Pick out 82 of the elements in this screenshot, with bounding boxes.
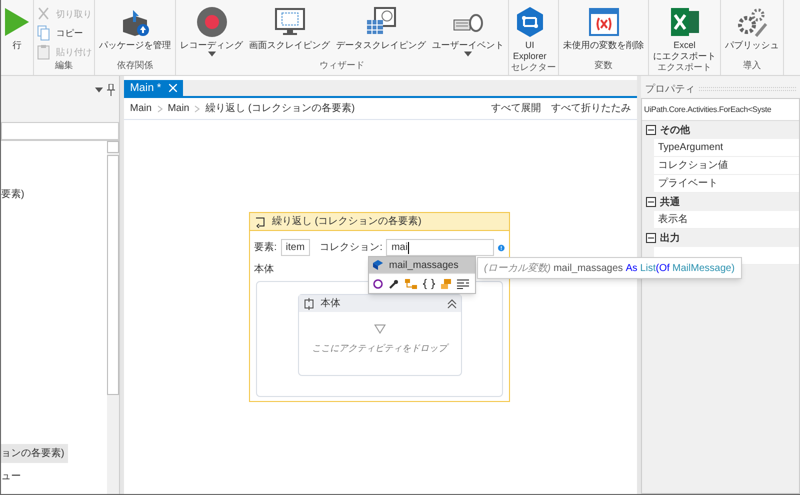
property-name: TypeArgument <box>658 141 724 155</box>
ribbon-button[interactable]: 画面スクレイピング <box>247 4 332 51</box>
pin-icon[interactable] <box>107 84 115 96</box>
breadcrumb-link[interactable]: 繰り返し (コレクションの各要素) <box>205 101 355 116</box>
tree-item[interactable]: 要素) <box>1 185 28 204</box>
toolbar-link[interactable]: すべて展開 <box>491 101 541 116</box>
field-label: コレクション: <box>320 241 382 255</box>
collapse-icon[interactable] <box>646 233 656 243</box>
chevron-icon <box>193 104 202 112</box>
input-field[interactable]: mai <box>386 239 494 256</box>
sequence-icon <box>302 298 314 310</box>
copy-icon <box>36 25 52 41</box>
variable-icon <box>588 6 620 38</box>
ribbon-button[interactable]: 行 <box>3 4 31 51</box>
ribbon-group-label: セレクター <box>511 62 556 74</box>
excel-icon <box>668 6 700 38</box>
loop-icon <box>254 216 266 228</box>
ribbon-button[interactable]: データスクレイピング <box>334 4 428 51</box>
play-icon <box>5 6 29 38</box>
property-row[interactable]: TypeArgument <box>654 139 799 157</box>
ribbon-button[interactable]: 未使用の変数を削除 <box>561 4 646 51</box>
breadcrumb-link[interactable]: Main <box>168 101 190 116</box>
record-icon <box>196 6 228 38</box>
ribbon-button[interactable]: レコーディング <box>178 4 245 57</box>
category-label: 出力 <box>660 232 680 246</box>
list-icon[interactable] <box>457 278 469 288</box>
caret-icon <box>464 51 472 57</box>
drop-hint: ここにアクティビティをドロップ <box>312 342 447 355</box>
gears-icon <box>736 6 768 38</box>
tree-item[interactable]: ュー <box>1 467 25 486</box>
toolbar-link[interactable]: すべて折りたたみ <box>551 101 631 116</box>
property-name: コレクション値 <box>658 159 728 173</box>
paste-icon <box>36 44 52 60</box>
search-field[interactable] <box>1 122 119 140</box>
ribbon-group-label: エクスポート <box>656 62 712 74</box>
ribbon-group-label: 依存関係 <box>116 60 154 72</box>
ribbon-group-label: 編集 <box>54 60 74 72</box>
stacked-boxes-icon[interactable] <box>441 278 451 288</box>
tooltip: (ローカル変数) mail_massages As List(Of MailMessage) <box>477 257 742 279</box>
property-name: プライベート <box>658 176 718 191</box>
collapse-icon[interactable] <box>646 197 656 207</box>
braces-icon[interactable] <box>423 278 435 288</box>
panel-title: プロパティ <box>645 82 695 96</box>
ribbon-group-label: ウィザード <box>318 60 366 72</box>
namespace-icon[interactable] <box>373 278 383 288</box>
chevron-icon <box>156 104 164 112</box>
input-field[interactable]: item <box>280 239 310 256</box>
document-tab[interactable]: Main * <box>124 80 184 96</box>
drop-target-icon <box>374 324 386 334</box>
breadcrumb-link[interactable]: Main <box>130 101 152 116</box>
sequence-title: 本体 <box>320 296 340 311</box>
sequence-card[interactable]: 本体 ここにアクティビティをドロップ <box>298 294 462 376</box>
section-label: 本体 <box>254 262 274 277</box>
scrollbar[interactable] <box>107 141 119 494</box>
caret-icon <box>208 51 216 57</box>
activity-title: 繰り返し (コレクションの各要素) <box>272 214 422 229</box>
property-name: 表示名 <box>658 212 688 227</box>
dropdown-icon[interactable] <box>95 87 103 93</box>
variable-icon <box>373 260 383 270</box>
hierarchy-icon[interactable] <box>405 278 417 288</box>
ribbon-small-button[interactable]: コピー <box>36 25 92 41</box>
tree-item[interactable]: ョンの各要素) <box>1 444 68 463</box>
ribbon-button[interactable]: パッケージを管理 <box>97 4 173 51</box>
ribbon-button[interactable]: UI Explorer <box>511 4 549 62</box>
property-row[interactable]: 表示名 <box>654 211 799 229</box>
ribbon-group-label: 導入 <box>742 60 762 72</box>
ribbon-button[interactable]: ユーザーイベント <box>430 4 506 57</box>
type-name: UiPath.Core.Activities.ForEach<Syste <box>643 104 772 116</box>
ribbon-button[interactable]: パブリッシュ <box>723 4 781 51</box>
property-row[interactable]: コレクション値 <box>654 157 799 175</box>
field-label: 要素: <box>254 240 277 255</box>
category-label: その他 <box>660 124 690 138</box>
collapse-icon[interactable] <box>646 125 656 135</box>
monitor-icon <box>274 6 306 38</box>
ribbon-group-label: 変数 <box>594 60 614 72</box>
property-row[interactable]: プライベート <box>654 175 799 193</box>
autocomplete-item[interactable]: mail_massages <box>369 257 475 273</box>
category-label: 共通 <box>660 196 680 210</box>
wrench-icon[interactable] <box>389 278 399 288</box>
close-icon[interactable] <box>169 84 178 92</box>
collapse-icon[interactable] <box>446 298 456 308</box>
ribbon-button[interactable]: Excel にエクスポート <box>651 4 718 62</box>
